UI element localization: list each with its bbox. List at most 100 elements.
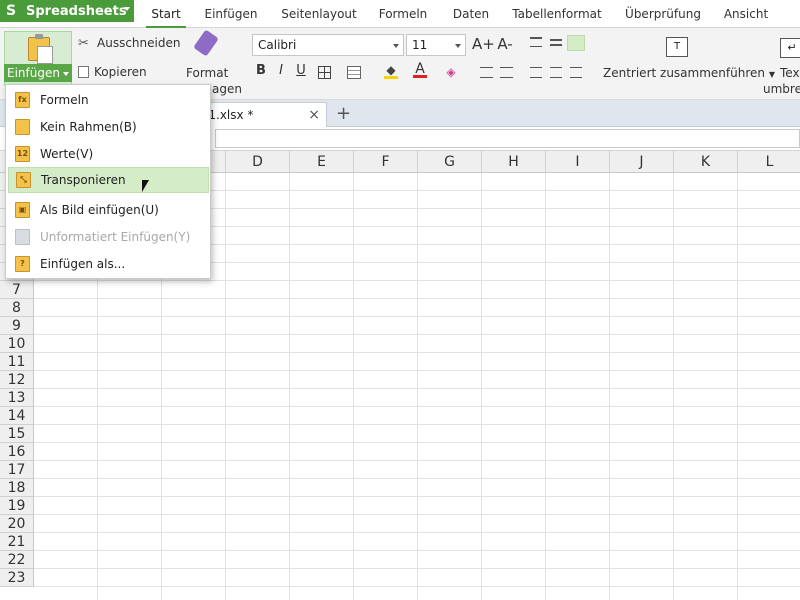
row-header[interactable]: 9: [0, 317, 34, 335]
row-header[interactable]: 10: [0, 335, 34, 353]
row-header[interactable]: 16: [0, 443, 34, 461]
no-border-paste-icon: [15, 119, 30, 135]
grid-line: [545, 173, 546, 600]
merge-center-label: Zentriert zusammenführen: [603, 66, 765, 80]
tab-formeln[interactable]: Formeln: [374, 0, 432, 28]
merge-center-icon[interactable]: T: [666, 37, 688, 57]
row-header[interactable]: 7: [0, 281, 34, 299]
row-header[interactable]: 8: [0, 299, 34, 317]
column-header-I[interactable]: I: [546, 151, 610, 173]
align-top-icon[interactable]: [530, 37, 542, 47]
menu-item-formeln[interactable]: fx Formeln: [8, 87, 209, 113]
tab-seitenlayout[interactable]: Seitenlayout: [280, 0, 358, 28]
menu-item-label: Werte(V): [40, 147, 94, 161]
italic-button[interactable]: I: [274, 63, 288, 78]
column-header-G[interactable]: G: [418, 151, 482, 173]
copy-button[interactable]: Kopieren: [78, 65, 147, 79]
copy-icon: [78, 66, 89, 78]
cut-button[interactable]: ✂ Ausschneiden: [78, 36, 181, 51]
row-header[interactable]: 11: [0, 353, 34, 371]
cell-style-icon[interactable]: [347, 66, 361, 79]
paste-dropdown-button[interactable]: Einfügen: [4, 64, 72, 82]
formula-input[interactable]: [215, 129, 800, 148]
grid-line: [34, 532, 800, 533]
row-header[interactable]: 13: [0, 389, 34, 407]
row-header[interactable]: 22: [0, 551, 34, 569]
row-header[interactable]: 15: [0, 425, 34, 443]
row-header[interactable]: 12: [0, 371, 34, 389]
tab-daten[interactable]: Daten: [448, 0, 494, 28]
row-header[interactable]: 21: [0, 533, 34, 551]
grid-line: [34, 406, 800, 407]
indent-decrease-icon[interactable]: [480, 67, 493, 78]
close-icon[interactable]: ×: [308, 103, 320, 127]
column-header-L[interactable]: L: [738, 151, 800, 173]
tab-einfuegen[interactable]: Einfügen: [200, 0, 262, 28]
format-painter-label: Format: [186, 66, 229, 80]
column-header-F[interactable]: F: [354, 151, 418, 173]
shrink-font-icon[interactable]: A-: [496, 35, 514, 53]
menu-item-kein-rahmen[interactable]: Kein Rahmen(B): [8, 114, 209, 140]
fill-color-icon[interactable]: ◆: [384, 64, 398, 79]
indent-increase-icon[interactable]: [500, 67, 513, 78]
bold-button[interactable]: B: [254, 63, 268, 78]
column-header-K[interactable]: K: [674, 151, 738, 173]
borders-icon[interactable]: [318, 66, 331, 79]
tab-tabellenformat[interactable]: Tabellenformat: [510, 0, 604, 28]
chevron-down-icon: [124, 7, 130, 11]
wrap-text-icon[interactable]: ↵: [780, 38, 800, 58]
row-header[interactable]: 17: [0, 461, 34, 479]
font-color-icon[interactable]: A: [413, 62, 427, 78]
row-header[interactable]: 20: [0, 515, 34, 533]
wrap-text-label-2[interactable]: umbrec: [763, 82, 800, 96]
chevron-down-icon: [62, 71, 69, 76]
row-header[interactable]: 23: [0, 569, 34, 587]
underline-button[interactable]: U: [294, 63, 308, 78]
menu-item-als-bild[interactable]: ▣ Als Bild einfügen(U): [8, 197, 209, 223]
menu-item-werte[interactable]: 12 Werte(V): [8, 141, 209, 167]
clear-format-icon[interactable]: ◈: [444, 66, 458, 79]
copy-label: Kopieren: [94, 65, 147, 79]
grid-line: [34, 496, 800, 497]
column-header-D[interactable]: D: [226, 151, 290, 173]
align-bottom-icon[interactable]: [567, 35, 585, 51]
grow-font-icon[interactable]: A+: [472, 35, 495, 53]
column-header-H[interactable]: H: [482, 151, 546, 173]
mouse-cursor-icon: [142, 180, 149, 192]
app-menu-button[interactable]: S Spreadsheets: [0, 0, 134, 22]
row-header[interactable]: 19: [0, 497, 34, 515]
row-header[interactable]: 14: [0, 407, 34, 425]
grid-line: [481, 173, 482, 600]
tab-start[interactable]: Start: [146, 0, 186, 28]
align-left-icon[interactable]: [530, 67, 542, 78]
menu-item-einfuegen-als[interactable]: ? Einfügen als...: [8, 251, 209, 277]
paste-dropdown-menu: fx Formeln Kein Rahmen(B) 12 Werte(V) ⤡ …: [5, 84, 211, 279]
formula-paste-icon: fx: [15, 92, 30, 108]
tab-ueberpruefung[interactable]: Überprüfung: [620, 0, 706, 28]
wrap-text-label-1[interactable]: Text: [780, 66, 800, 80]
format-painter-button[interactable]: Format: [186, 29, 229, 80]
ribbon-group-label: agen: [212, 82, 242, 96]
grid-line: [225, 173, 226, 600]
font-name-select[interactable]: Calibri: [252, 34, 404, 56]
paste-as-icon: ?: [15, 256, 30, 272]
grid-line: [34, 370, 800, 371]
app-logo-icon: S: [6, 3, 17, 19]
scissors-icon: ✂: [78, 36, 89, 51]
merge-center-button[interactable]: Zentriert zusammenführen ▼: [603, 66, 775, 80]
align-center-icon[interactable]: [550, 67, 562, 78]
grid-line: [34, 568, 800, 569]
cut-label: Ausschneiden: [97, 36, 181, 50]
column-header-J[interactable]: J: [610, 151, 674, 173]
align-right-icon[interactable]: [570, 67, 582, 78]
column-header-E[interactable]: E: [290, 151, 354, 173]
new-tab-button[interactable]: +: [336, 100, 351, 127]
grid-line: [34, 298, 800, 299]
align-middle-icon[interactable]: [550, 39, 562, 46]
font-size-select[interactable]: 11: [406, 34, 466, 56]
tab-ansicht[interactable]: Ansicht: [718, 0, 774, 28]
paste-label: Einfügen: [7, 66, 60, 80]
menu-item-transponieren[interactable]: ⤡ Transponieren: [8, 167, 209, 193]
menu-bar: S Spreadsheets Start Einfügen Seitenlayo…: [0, 0, 800, 28]
row-header[interactable]: 18: [0, 479, 34, 497]
